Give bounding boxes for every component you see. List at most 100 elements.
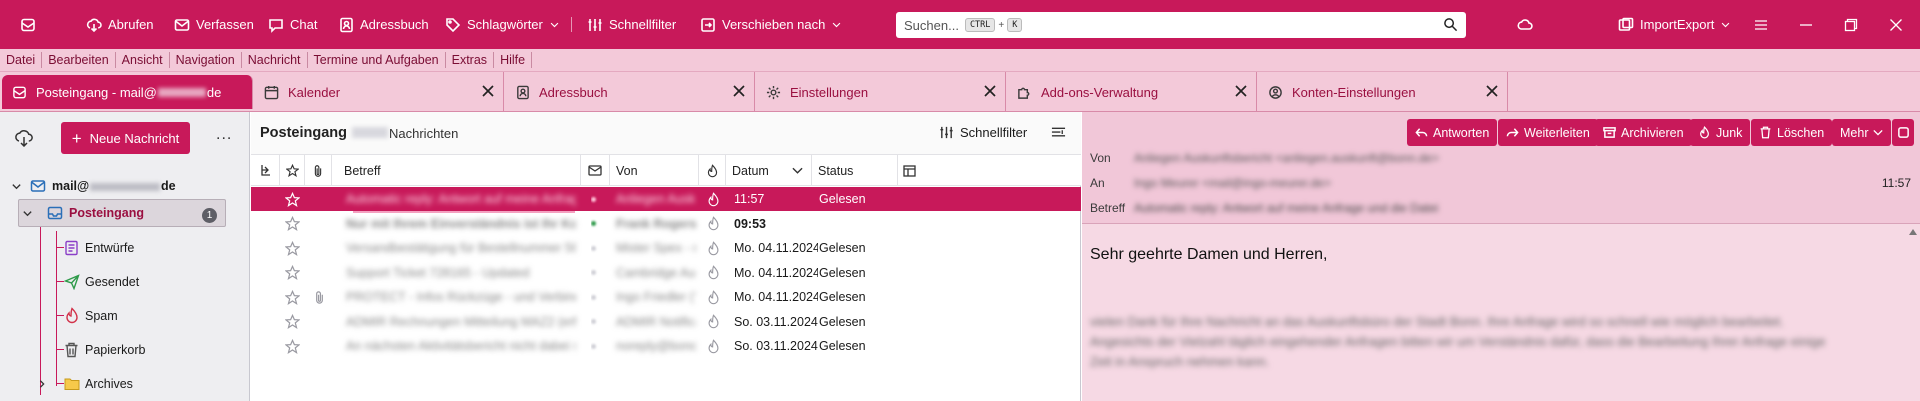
chat-button[interactable]: Chat (268, 0, 317, 49)
importexport-button[interactable]: ImportExport (1618, 0, 1731, 49)
restore-icon[interactable] (1831, 0, 1871, 49)
junk-column[interactable] (699, 155, 726, 186)
chevron-right-icon[interactable] (37, 379, 47, 389)
read-status-dot[interactable] (591, 187, 603, 211)
junk-flame-icon[interactable] (706, 285, 722, 309)
star-icon[interactable] (285, 334, 305, 358)
table-row[interactable]: An nächsten Aktivitätsbericht nicht dabe… (251, 334, 1081, 358)
menu-datei[interactable]: Datei (0, 52, 43, 68)
read-status-dot[interactable] (591, 212, 603, 236)
forward-button[interactable]: Weiterleiten (1498, 119, 1598, 146)
thread-column[interactable] (251, 155, 280, 186)
app-menu-icon[interactable] (20, 0, 36, 49)
scroll-up-arrow-icon[interactable] (1909, 229, 1917, 235)
close-tab-icon[interactable] (732, 84, 746, 98)
addressbook-button[interactable]: Adressbuch (338, 0, 429, 49)
folder-archives[interactable]: Archives (0, 369, 250, 399)
read-status-dot[interactable] (591, 285, 603, 309)
unread-column[interactable] (581, 155, 610, 186)
star-icon[interactable] (285, 187, 305, 211)
menu-nachricht[interactable]: Nachricht (242, 52, 308, 68)
close-tab-icon[interactable] (1485, 84, 1499, 98)
cloud-status-icon[interactable] (1517, 0, 1533, 49)
search-icon[interactable] (1443, 17, 1458, 32)
close-tab-icon[interactable] (481, 84, 495, 98)
read-status-dot[interactable] (591, 261, 603, 285)
read-status-dot[interactable] (591, 334, 603, 358)
folder-inbox[interactable]: Posteingang 1 (18, 199, 226, 227)
hamburger-menu-icon[interactable] (1741, 0, 1781, 49)
menu-bearbeiten[interactable]: Bearbeiten (42, 52, 116, 68)
star-icon[interactable] (285, 285, 305, 309)
folder-sent[interactable]: Gesendet (0, 267, 250, 297)
chevron-down-icon[interactable] (11, 181, 22, 192)
from-column[interactable]: Von (610, 155, 699, 186)
compose-button[interactable]: Verfassen (174, 0, 254, 49)
column-picker[interactable] (898, 155, 920, 186)
table-row[interactable]: Automatic reply: Antwort auf meine Anfra… (251, 187, 1081, 211)
table-row[interactable]: Support Ticket 728165 - Updated Cambridge… (251, 261, 1081, 285)
close-tab-icon[interactable] (1234, 84, 1248, 98)
close-window-icon[interactable] (1876, 0, 1916, 49)
junk-flame-icon[interactable] (706, 334, 722, 358)
to-value[interactable]: Ingo Meurer <mail@ingo-meurer.de> (1134, 176, 1331, 190)
minimize-icon[interactable] (1786, 0, 1826, 49)
junk-flame-icon[interactable] (706, 310, 722, 334)
reply-button[interactable]: Antworten (1407, 119, 1498, 146)
menu-extras[interactable]: Extras (446, 52, 495, 68)
folder-drafts[interactable]: Entwürfe (0, 233, 250, 263)
close-tab-icon[interactable] (983, 84, 997, 98)
star-icon[interactable] (285, 261, 305, 285)
junk-flame-icon[interactable] (706, 261, 722, 285)
star-icon[interactable] (285, 310, 305, 334)
move-to-button[interactable]: Verschieben nach (700, 0, 842, 49)
thread-quickfilter-button[interactable]: Schnellfilter (939, 125, 1027, 140)
read-status-dot[interactable] (591, 310, 603, 334)
more-button[interactable]: Mehr (1832, 119, 1892, 146)
menu-ansicht[interactable]: Ansicht (116, 52, 170, 68)
read-status-dot[interactable] (591, 236, 603, 260)
star-column[interactable] (280, 155, 305, 186)
archive-button[interactable]: Archivieren (1595, 119, 1692, 146)
table-row[interactable]: PROTECT - Infos Rückzüge - und Verbindun… (251, 285, 1081, 309)
tab-calendar[interactable]: Kalender (254, 72, 504, 112)
attachment-column[interactable] (305, 155, 332, 186)
message-scrollbar[interactable] (1906, 224, 1920, 401)
menu-hilfe[interactable]: Hilfe (494, 52, 533, 68)
fetch-button[interactable]: Abrufen (86, 0, 154, 49)
table-row[interactable]: Versandbestätigung für Bestellnummer 563… (251, 236, 1081, 260)
menu-termine[interactable]: Termine und Aufgaben (308, 52, 446, 68)
account-row[interactable]: mail@ de (0, 171, 250, 201)
header-options-button[interactable] (1892, 119, 1914, 146)
folder-spam[interactable]: Spam (0, 301, 250, 331)
search-input[interactable]: Suchen... CTRL + K (896, 12, 1466, 38)
junk-flame-icon[interactable] (706, 236, 722, 260)
star-icon[interactable] (285, 236, 305, 260)
junk-flame-icon[interactable] (706, 187, 722, 211)
tab-addons[interactable]: Add-ons-Verwaltung (1007, 72, 1257, 112)
menu-navigation[interactable]: Navigation (170, 52, 242, 68)
quickfilter-button[interactable]: Schnellfilter (587, 0, 676, 49)
tab-inbox[interactable]: Posteingang - mail@ de (2, 75, 253, 109)
star-icon[interactable] (285, 212, 305, 236)
junk-button[interactable]: Junk (1690, 119, 1751, 146)
more-options-icon[interactable]: ... (216, 126, 232, 144)
table-row[interactable]: Nur mit Ihrem Einverständnis ist Ihr Kon… (251, 212, 1081, 236)
from-value[interactable]: Anliegen Auskunftsbericht <anliegen.ausk… (1134, 151, 1439, 165)
tab-settings[interactable]: Einstellungen (756, 72, 1006, 112)
status-column[interactable]: Status (812, 155, 898, 186)
junk-flame-icon[interactable] (706, 212, 722, 236)
chevron-down-icon[interactable] (22, 208, 33, 219)
new-message-button[interactable]: + Neue Nachricht (61, 122, 190, 154)
tags-button[interactable]: Schlagwörter (445, 0, 560, 49)
folder-trash[interactable]: Papierkorb (0, 335, 250, 365)
date-column[interactable]: Datum (726, 155, 812, 186)
delete-button[interactable]: Löschen (1751, 119, 1833, 146)
subject-column[interactable]: Betreff (332, 155, 581, 186)
table-row[interactable]: ADMIR Rechnungen Mitteilung MAZ2 (erfolg… (251, 310, 1081, 334)
sort-descending-icon[interactable] (792, 166, 803, 175)
tab-addressbook[interactable]: Adressbuch (505, 72, 755, 112)
display-options-icon[interactable] (1051, 126, 1066, 140)
tab-account-settings[interactable]: Konten-Einstellungen (1258, 72, 1508, 112)
cloud-download-icon[interactable] (14, 129, 34, 147)
